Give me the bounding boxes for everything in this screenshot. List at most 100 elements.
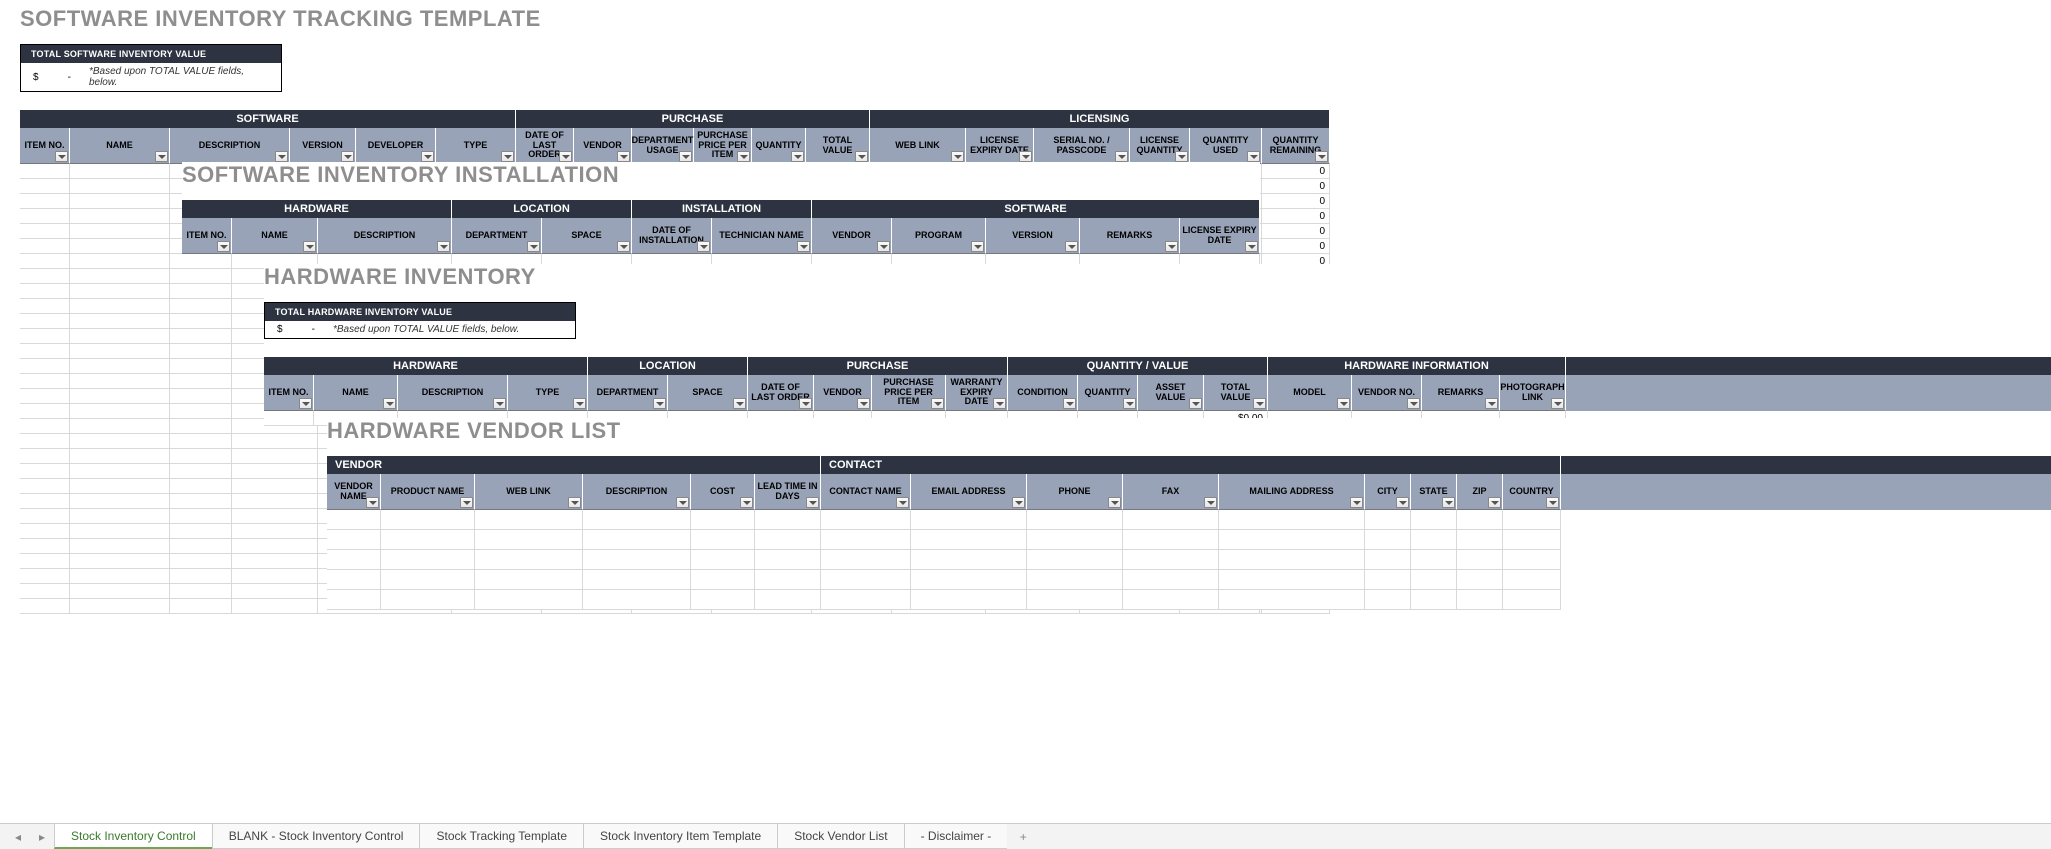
col-type[interactable]: TYPE [464, 141, 488, 151]
filter-icon[interactable] [1063, 398, 1076, 409]
tab-nav-prev[interactable]: ◂ [6, 824, 30, 849]
filter-icon[interactable] [1396, 497, 1409, 508]
filter-icon[interactable] [617, 151, 630, 162]
col-vendor[interactable]: VENDOR [583, 141, 622, 151]
col-description[interactable]: DESCRIPTION [354, 231, 416, 241]
filter-icon[interactable] [740, 497, 753, 508]
col-name[interactable]: NAME [342, 388, 369, 398]
filter-icon[interactable] [617, 241, 630, 252]
tab-blank-stock-inventory[interactable]: BLANK - Stock Inventory Control [212, 824, 421, 849]
filter-icon[interactable] [303, 241, 316, 252]
table-row[interactable] [327, 530, 2051, 550]
filter-icon[interactable] [697, 241, 710, 252]
col-email[interactable]: EMAIL ADDRESS [931, 487, 1005, 497]
filter-icon[interactable] [1019, 151, 1032, 162]
col-tech[interactable]: TECHNICIAN NAME [719, 231, 804, 241]
col-itemno[interactable]: ITEM NO. [187, 231, 227, 241]
filter-icon[interactable] [676, 497, 689, 508]
table-row[interactable] [327, 510, 2051, 530]
col-itemno[interactable]: ITEM NO. [25, 141, 65, 151]
filter-icon[interactable] [737, 151, 750, 162]
filter-icon[interactable] [1123, 398, 1136, 409]
filter-icon[interactable] [1407, 398, 1420, 409]
filter-icon[interactable] [791, 151, 804, 162]
col-vendor[interactable]: VENDOR [832, 231, 871, 241]
col-itemno[interactable]: ITEM NO. [269, 388, 309, 398]
filter-icon[interactable] [951, 151, 964, 162]
col-remarks[interactable]: REMARKS [1107, 231, 1153, 241]
tab-stock-inventory-control[interactable]: Stock Inventory Control [54, 824, 213, 849]
table-row[interactable] [327, 550, 2051, 570]
col-name[interactable]: NAME [261, 231, 288, 241]
filter-icon[interactable] [366, 497, 379, 508]
filter-icon[interactable] [341, 151, 354, 162]
filter-icon[interactable] [421, 151, 434, 162]
filter-icon[interactable] [299, 398, 312, 409]
filter-icon[interactable] [877, 241, 890, 252]
filter-icon[interactable] [1551, 398, 1564, 409]
col-developer[interactable]: DEVELOPER [368, 141, 424, 151]
col-zip[interactable]: ZIP [1472, 487, 1486, 497]
filter-icon[interactable] [559, 151, 572, 162]
col-condition[interactable]: CONDITION [1017, 388, 1068, 398]
col-fax[interactable]: FAX [1162, 487, 1180, 497]
col-version[interactable]: VERSION [1012, 231, 1053, 241]
filter-icon[interactable] [1108, 497, 1121, 508]
filter-icon[interactable] [1189, 398, 1202, 409]
table-row[interactable] [327, 590, 2051, 610]
filter-icon[interactable] [568, 497, 581, 508]
tab-stock-item-template[interactable]: Stock Inventory Item Template [583, 824, 778, 849]
filter-icon[interactable] [797, 241, 810, 252]
col-space[interactable]: SPACE [692, 388, 722, 398]
tab-stock-vendor-list[interactable]: Stock Vendor List [777, 824, 904, 849]
col-version[interactable]: VERSION [302, 141, 343, 151]
col-vendorno[interactable]: VENDOR NO. [1358, 388, 1415, 398]
col-product[interactable]: PRODUCT NAME [391, 487, 465, 497]
filter-icon[interactable] [857, 398, 870, 409]
add-sheet-button[interactable]: + [1007, 824, 1039, 849]
col-city[interactable]: CITY [1377, 487, 1398, 497]
filter-icon[interactable] [55, 151, 68, 162]
col-program[interactable]: PROGRAM [915, 231, 962, 241]
filter-icon[interactable] [971, 241, 984, 252]
filter-icon[interactable] [806, 497, 819, 508]
col-contact[interactable]: CONTACT NAME [829, 487, 901, 497]
col-vendor[interactable]: VENDOR [823, 388, 862, 398]
filter-icon[interactable] [1350, 497, 1363, 508]
filter-icon[interactable] [275, 151, 288, 162]
filter-icon[interactable] [1012, 497, 1025, 508]
filter-icon[interactable] [993, 398, 1006, 409]
filter-icon[interactable] [383, 398, 396, 409]
filter-icon[interactable] [679, 151, 692, 162]
col-dept[interactable]: DEPARTMENT [466, 231, 528, 241]
filter-icon[interactable] [1253, 398, 1266, 409]
filter-icon[interactable] [155, 151, 168, 162]
col-remarks[interactable]: REMARKS [1438, 388, 1484, 398]
col-dept[interactable]: DEPARTMENT [597, 388, 659, 398]
filter-icon[interactable] [1546, 497, 1559, 508]
col-space[interactable]: SPACE [571, 231, 601, 241]
filter-icon[interactable] [1337, 398, 1350, 409]
col-type[interactable]: TYPE [536, 388, 560, 398]
col-model[interactable]: MODEL [1293, 388, 1326, 398]
col-weblink[interactable]: WEB LINK [506, 487, 551, 497]
filter-icon[interactable] [1245, 241, 1258, 252]
tab-disclaimer[interactable]: - Disclaimer - [904, 824, 1009, 849]
filter-icon[interactable] [1165, 241, 1178, 252]
filter-icon[interactable] [799, 398, 812, 409]
filter-icon[interactable] [1175, 151, 1188, 162]
filter-icon[interactable] [460, 497, 473, 508]
filter-icon[interactable] [653, 398, 666, 409]
filter-icon[interactable] [1485, 398, 1498, 409]
filter-icon[interactable] [931, 398, 944, 409]
filter-icon[interactable] [573, 398, 586, 409]
tab-nav-next[interactable]: ▸ [30, 824, 54, 849]
filter-icon[interactable] [1442, 497, 1455, 508]
filter-icon[interactable] [1115, 151, 1128, 162]
filter-icon[interactable] [896, 497, 909, 508]
filter-icon[interactable] [217, 241, 230, 252]
col-country[interactable]: COUNTRY [1509, 487, 1553, 497]
col-weblink[interactable]: WEB LINK [895, 141, 940, 151]
col-desc[interactable]: DESCRIPTION [606, 487, 668, 497]
col-phone[interactable]: PHONE [1058, 487, 1090, 497]
